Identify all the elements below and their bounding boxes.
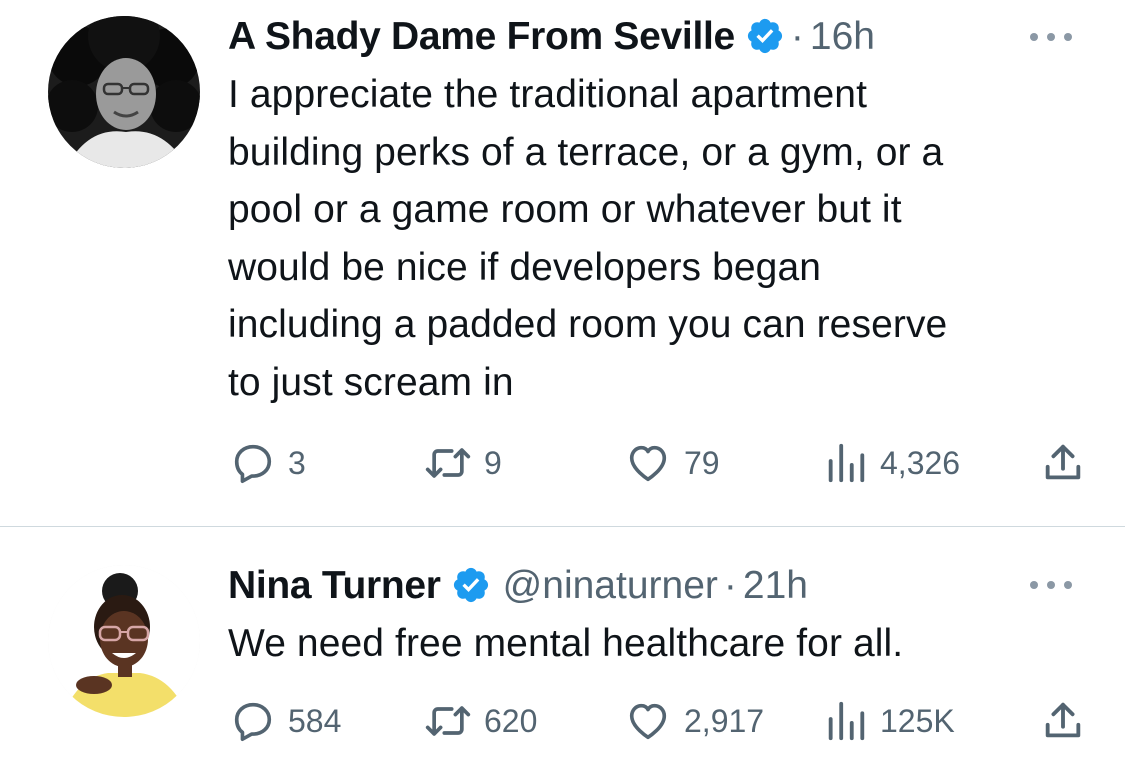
reply-icon — [234, 444, 272, 484]
share-icon — [1045, 444, 1081, 480]
author-name[interactable]: Nina Turner — [228, 566, 441, 605]
separator-dot: · — [723, 563, 737, 607]
author-name[interactable]: A Shady Dame From Seville — [228, 17, 735, 56]
author-handle[interactable]: @ninaturner — [503, 566, 718, 605]
retweet-button[interactable]: 9 — [424, 440, 502, 486]
views-icon — [828, 443, 865, 483]
avatar-image — [48, 16, 200, 168]
tweet-text: We need free mental healthcare for all. — [228, 622, 904, 665]
verified-badge-icon — [747, 18, 783, 54]
more-icon[interactable] — [1030, 27, 1072, 47]
tweet-1[interactable]: A Shady Dame From Seville · 16h I apprec… — [0, 0, 1125, 526]
like-button[interactable]: 79 — [624, 440, 720, 486]
reply-button[interactable]: 3 — [230, 440, 306, 486]
heart-icon — [629, 445, 667, 482]
tweet-header: Nina Turner @ninaturner · 21h — [228, 557, 808, 613]
avatar[interactable] — [48, 565, 200, 717]
avatar-image — [48, 565, 200, 717]
share-button[interactable] — [1040, 440, 1086, 486]
tweet-2[interactable]: Nina Turner @ninaturner · 21h We need fr… — [0, 527, 1125, 770]
timestamp[interactable]: 16h — [810, 17, 875, 56]
views-icon — [828, 701, 865, 741]
like-count: 79 — [684, 444, 720, 481]
reply-icon — [234, 702, 272, 742]
retweet-count: 9 — [484, 444, 502, 481]
views-count: 4,326 — [880, 444, 961, 481]
retweet-icon — [425, 706, 471, 736]
reply-count: 584 — [288, 702, 342, 739]
separator-dot: · — [790, 14, 804, 58]
share-button[interactable] — [1040, 698, 1086, 744]
tweet-text: I appreciate the traditional apartment b… — [228, 73, 948, 404]
more-icon[interactable] — [1030, 575, 1072, 595]
timeline: A Shady Dame From Seville · 16h I apprec… — [0, 0, 1125, 770]
verified-badge-icon — [453, 567, 488, 603]
heart-icon — [629, 703, 667, 740]
avatar[interactable] — [48, 16, 200, 168]
share-icon — [1045, 702, 1081, 738]
reply-button[interactable]: 584 — [230, 698, 341, 744]
reply-count: 3 — [288, 444, 306, 481]
like-count: 2,917 — [684, 702, 765, 739]
views-button[interactable]: 125K — [824, 698, 955, 744]
retweet-icon — [425, 448, 471, 478]
timestamp[interactable]: 21h — [743, 566, 808, 605]
tweet-header: A Shady Dame From Seville · 16h — [228, 8, 875, 64]
views-button[interactable]: 4,326 — [824, 440, 960, 486]
like-button[interactable]: 2,917 — [624, 698, 764, 744]
retweet-button[interactable]: 620 — [424, 698, 537, 744]
views-count: 125K — [880, 702, 955, 739]
retweet-count: 620 — [484, 702, 538, 739]
